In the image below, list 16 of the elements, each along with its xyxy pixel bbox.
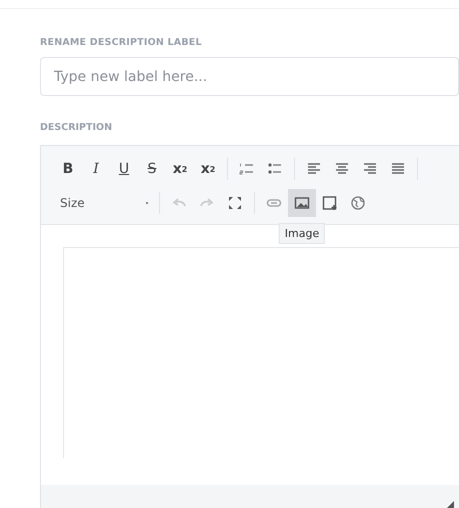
format-button[interactable]: U xyxy=(110,155,138,183)
image-icon xyxy=(294,195,310,211)
field-label: RENAME DESCRIPTION LABEL xyxy=(40,37,203,48)
format-button[interactable]: I xyxy=(82,155,110,183)
tooltip: Image xyxy=(278,223,326,244)
field-label: DESCRIPTION xyxy=(40,122,114,133)
globe-icon xyxy=(350,195,366,211)
label-input-field[interactable]: Type new label here... xyxy=(40,57,459,96)
resize-handle-icon[interactable] xyxy=(446,501,454,508)
format-button[interactable]: S xyxy=(138,155,166,183)
numbered-list-icon xyxy=(239,161,255,177)
format-button[interactable]: B xyxy=(54,155,82,183)
size-dropdown[interactable]: Size xyxy=(54,189,154,217)
add-frame-icon xyxy=(322,195,338,211)
format-button[interactable]: x$^{2}$ xyxy=(194,155,222,183)
expand-icon xyxy=(227,195,243,211)
